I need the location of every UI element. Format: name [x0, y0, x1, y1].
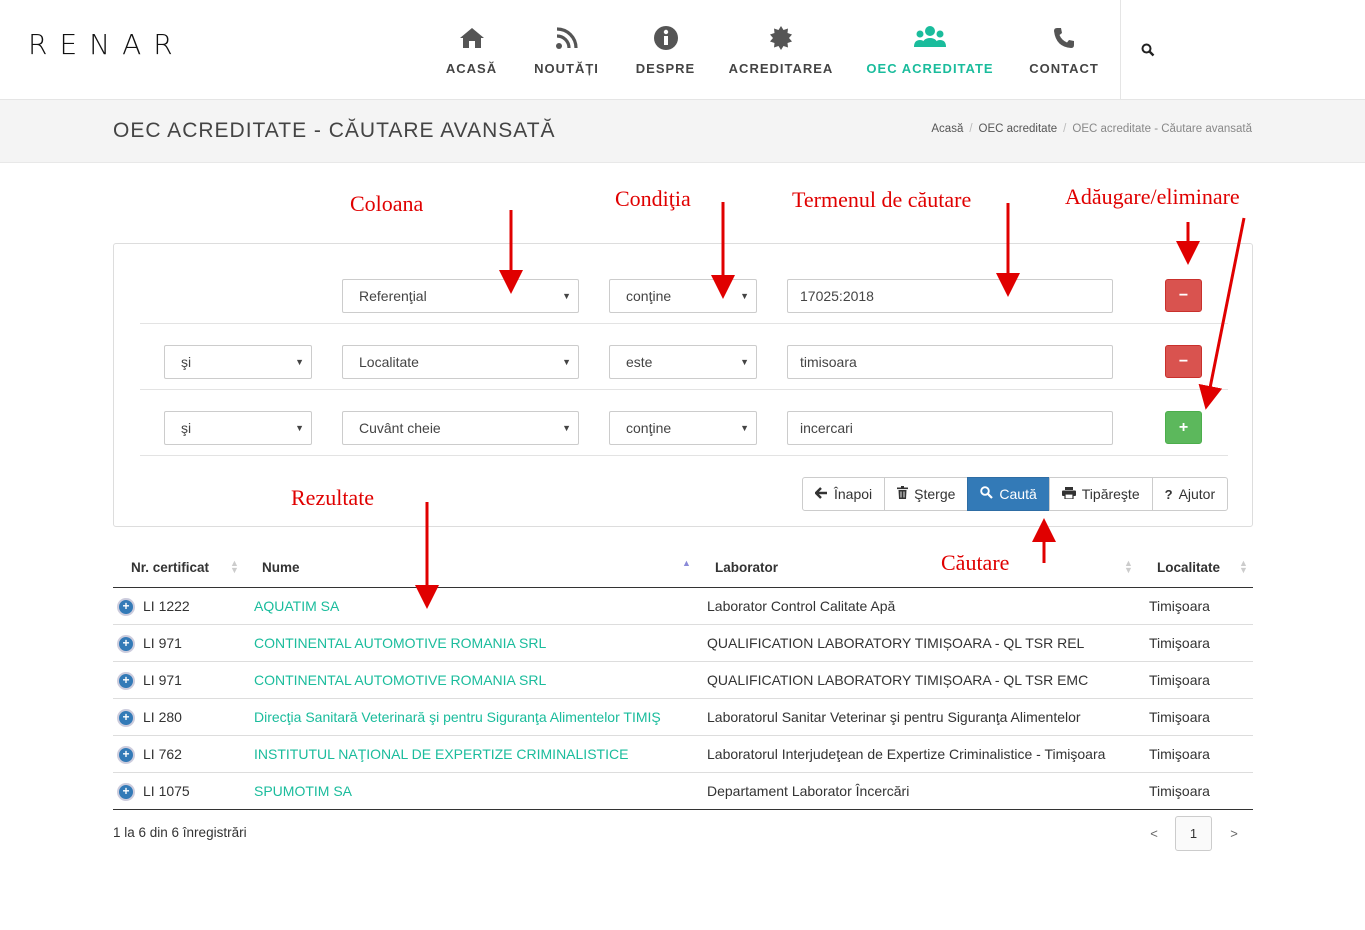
- annotation-arrows: [415, 202, 1246, 609]
- arrow-add: [1198, 217, 1246, 410]
